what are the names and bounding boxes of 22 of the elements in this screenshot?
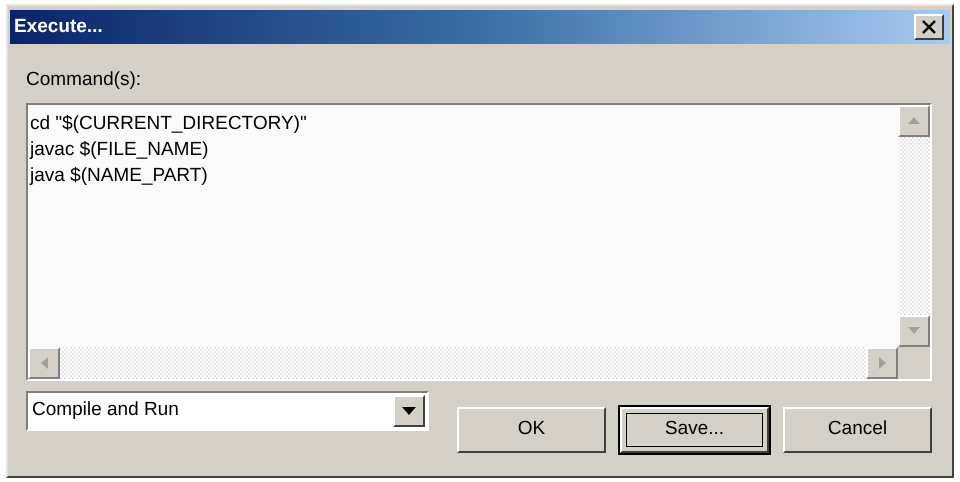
horizontal-scrollbar[interactable] — [28, 346, 898, 378]
window-title: Execute... — [14, 14, 103, 39]
down-arrow-icon — [908, 327, 920, 334]
commands-label: Command(s): — [26, 68, 142, 92]
caret-icon — [402, 406, 416, 414]
close-icon — [921, 20, 937, 34]
close-button[interactable] — [914, 14, 944, 40]
preset-value: Compile and Run — [32, 398, 179, 422]
left-arrow-icon — [40, 356, 48, 368]
preset-dropdown[interactable]: Compile and Run — [26, 390, 429, 430]
dialog-button[interactable]: Cancel — [783, 406, 932, 452]
dropdown-button[interactable] — [393, 394, 425, 426]
commands-field[interactable]: cd "$(CURRENT_DIRECTORY)" javac $(FILE_NAME) java $(NAME_PART) — [28, 104, 898, 346]
up-arrow-icon — [908, 117, 920, 124]
dialog-button[interactable]: Save... — [620, 406, 769, 452]
scroll-up-button[interactable] — [898, 104, 930, 136]
scroll-right-button[interactable] — [866, 346, 898, 378]
scroll-down-button[interactable] — [898, 314, 930, 346]
scroll-left-button[interactable] — [28, 346, 60, 378]
right-arrow-icon — [878, 356, 886, 368]
dialog-button[interactable]: OK — [457, 406, 606, 452]
vertical-scrollbar[interactable] — [898, 104, 930, 346]
